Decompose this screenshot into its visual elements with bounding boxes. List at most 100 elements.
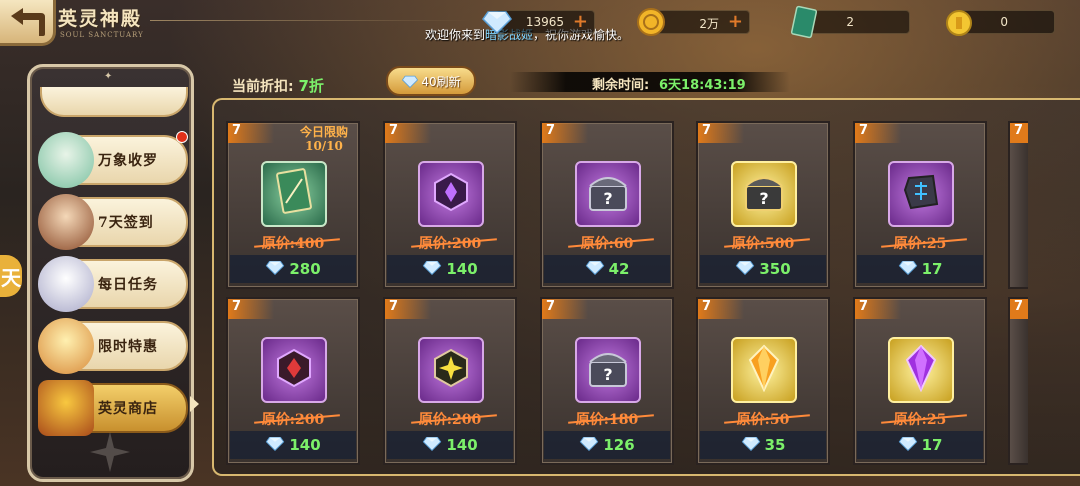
purple-crystal-icon — [431, 172, 471, 216]
refresh-label: 40刷新 — [421, 74, 461, 89]
item-icon-box[interactable]: ? — [731, 161, 797, 227]
discount-badge: 7 — [1010, 123, 1028, 143]
item-icon-box[interactable] — [418, 337, 484, 403]
discounted-price: 350 — [759, 260, 791, 278]
refresh-button[interactable]: 40刷新 — [386, 66, 476, 96]
red-crystal-icon — [274, 348, 314, 392]
shop-item-card[interactable]: 7 原价:200 140 — [226, 297, 360, 465]
sidebar-item-label: 7天签到 — [98, 215, 154, 231]
original-price-value: 50 — [769, 412, 790, 428]
shop-item-card-partial[interactable]: 7 — [1008, 121, 1028, 289]
buy-price-button[interactable]: 17 — [857, 255, 983, 283]
discount-badge: 7 — [855, 299, 901, 319]
item-icon-box[interactable] — [261, 337, 327, 403]
shop-item-card[interactable]: 7 原价:50 35 — [696, 297, 830, 465]
shop-item-card[interactable]: 7 原价:200 140 — [383, 297, 517, 465]
diamond-icon — [735, 259, 755, 279]
buy-price-button[interactable]: 35 — [700, 431, 826, 459]
item-icon-box[interactable] — [888, 337, 954, 403]
discount-badge: 7 — [228, 123, 274, 143]
timer-label: 剩余时间: — [592, 78, 650, 93]
diamond-icon — [579, 435, 599, 455]
diamond-icon — [898, 435, 918, 455]
sidebar-item-7day-signin[interactable]: 7天签到 — [38, 194, 188, 250]
token-coin-icon — [946, 10, 972, 36]
discounted-price: 280 — [289, 260, 321, 278]
original-price: 原价:200 — [228, 409, 358, 429]
discounted-price: 140 — [446, 436, 478, 454]
diamond-plus-button[interactable]: + — [573, 11, 588, 32]
avatar — [38, 256, 94, 312]
shop-item-card[interactable]: 7 原价:200 140 — [383, 121, 517, 289]
original-price: 原价:200 — [385, 233, 515, 253]
sidebar-item-label: 每日任务 — [98, 277, 158, 293]
back-arrow-icon — [10, 7, 45, 36]
purchase-limit: 今日限购 10/10 — [300, 125, 348, 153]
original-price: 原价:400 — [228, 233, 358, 253]
shop-item-card[interactable]: 7? 原价:180 126 — [540, 297, 674, 465]
buy-price-button[interactable]: 140 — [387, 431, 513, 459]
svg-text:?: ? — [603, 365, 612, 384]
buy-price-button[interactable]: 17 — [857, 431, 983, 459]
sidebar-item-daily-tasks[interactable]: 每日任务 — [38, 256, 188, 312]
original-price: 原价:25 — [855, 409, 985, 429]
sidebar-item-label: 万象收罗 — [98, 153, 158, 169]
sidebar-item-collection[interactable]: 万象收罗 — [38, 131, 188, 188]
item-icon-box[interactable] — [888, 161, 954, 227]
purchase-limit-count: 10/10 — [305, 139, 343, 153]
shop-item-card-partial[interactable]: 7 — [1008, 297, 1028, 465]
page-subtitle: SOUL SANCTUARY — [60, 31, 144, 39]
discount-badge: 7 — [385, 299, 431, 319]
diamond-icon — [422, 435, 442, 455]
purchase-limit-title: 今日限购 — [299, 125, 348, 139]
discounted-price: 17 — [921, 436, 943, 454]
gold-mystery-chest-icon: ? — [740, 170, 788, 218]
original-price-value: 400 — [294, 236, 325, 252]
original-price-value: 500 — [764, 236, 795, 252]
item-icon-box[interactable] — [731, 337, 797, 403]
avatar — [38, 132, 94, 188]
sidebar-item-limited-offer[interactable]: 限时特惠 — [38, 318, 188, 374]
diamond-icon — [898, 259, 918, 279]
active-item-arrow-icon — [190, 396, 199, 412]
sidebar-item-label: 限时特惠 — [98, 339, 158, 355]
item-icon-box[interactable]: ? — [575, 337, 641, 403]
item-icon-box[interactable]: ? — [575, 161, 641, 227]
shop-item-card[interactable]: 7 原价:25 17 — [853, 121, 987, 289]
buy-price-button[interactable]: 140 — [230, 431, 356, 459]
buy-price-button[interactable]: 350 — [700, 255, 826, 283]
ticket-amount: 2 — [846, 15, 854, 29]
top-bar: 英灵神殿 SOUL SANCTUARY 欢迎你来到暗影战姬，祝你游戏愉快。 13… — [0, 0, 1080, 46]
buy-price-button[interactable]: 42 — [544, 255, 670, 283]
shop-item-card[interactable]: 7 原价:25 17 — [853, 297, 987, 465]
left-side-tab[interactable]: 天 — [0, 255, 22, 297]
buy-price-button[interactable]: 280 — [230, 255, 356, 283]
diamond-icon — [741, 435, 761, 455]
discounted-price: 140 — [446, 260, 478, 278]
buy-price-button[interactable]: 126 — [544, 431, 670, 459]
original-price-value: 25 — [926, 412, 947, 428]
diamond-icon — [265, 259, 285, 279]
sidebar-item-hero-shop[interactable]: 英灵商店 — [38, 380, 188, 436]
original-price: 原价:200 — [385, 409, 515, 429]
sidebar-item-label: 英灵商店 — [98, 401, 158, 417]
diamond-amount: 13965 — [525, 15, 564, 29]
original-price-value: 200 — [294, 412, 325, 428]
notification-dot — [176, 131, 188, 143]
item-icon-box[interactable] — [418, 161, 484, 227]
shop-item-card[interactable]: 7? 原价:500 350 — [696, 121, 830, 289]
buy-price-button[interactable]: 140 — [387, 255, 513, 283]
welcome-prefix: 欢迎你来到 — [425, 28, 486, 42]
back-button[interactable] — [0, 0, 56, 46]
gold-plus-button[interactable]: + — [728, 11, 743, 32]
item-icon-box[interactable] — [261, 161, 327, 227]
original-price: 原价:500 — [698, 233, 828, 253]
diamond-icon — [585, 259, 605, 279]
sidebar-item-partial[interactable] — [40, 87, 188, 117]
shop-item-card[interactable]: 7 今日限购10/10 原价:400 280 — [226, 121, 360, 289]
discount-label: 当前折扣: — [232, 79, 294, 95]
compass-icon — [90, 432, 130, 472]
treasure-chest-icon — [38, 380, 94, 436]
rune-stone-icon — [901, 172, 941, 216]
shop-item-card[interactable]: 7? 原价:60 42 — [540, 121, 674, 289]
